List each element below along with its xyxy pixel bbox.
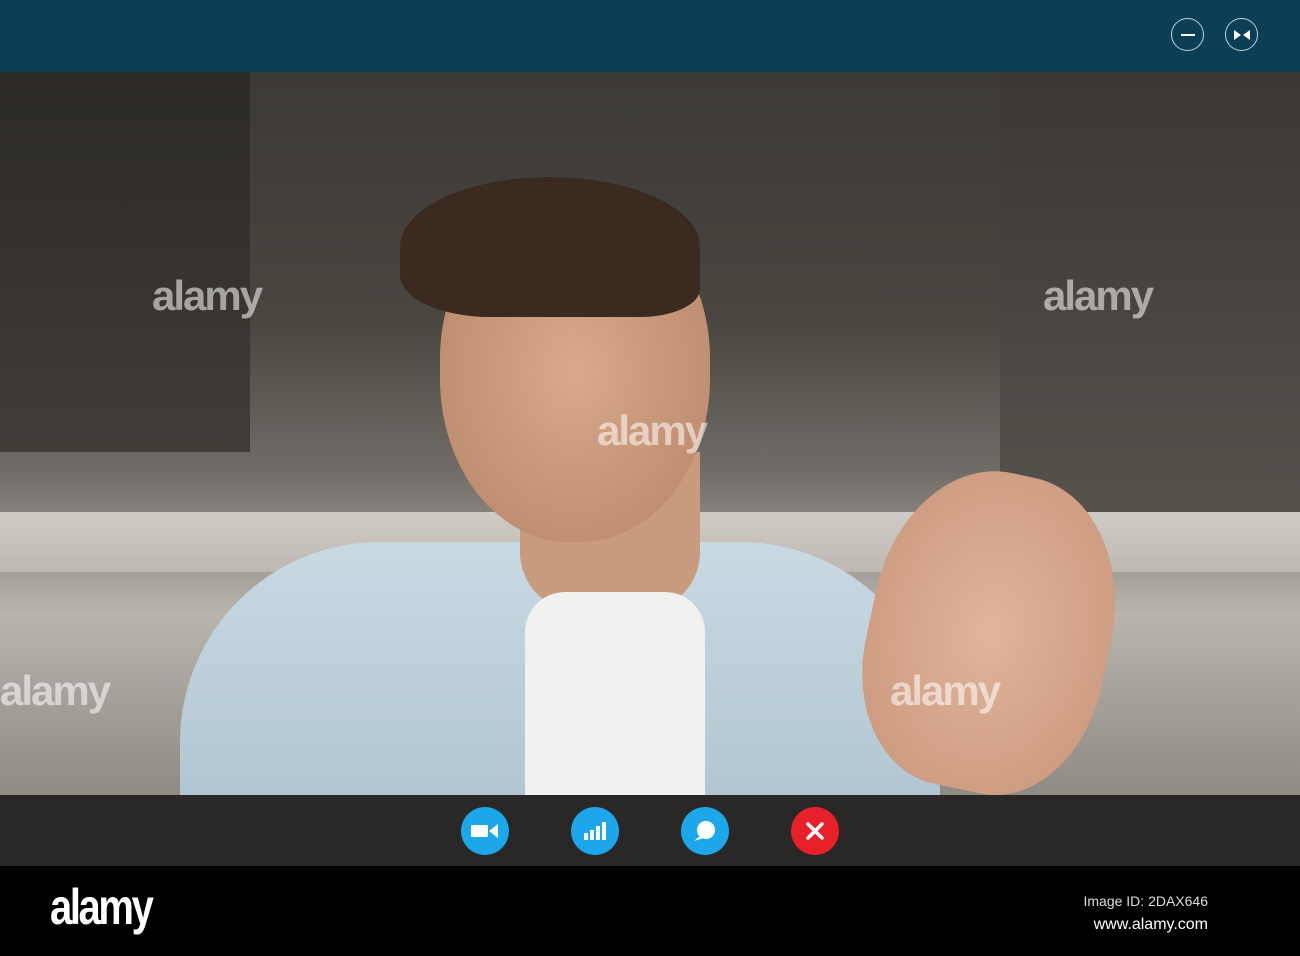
call-controls-bar (0, 795, 1300, 866)
alamy-logo: alamy (50, 879, 154, 935)
signal-button[interactable] (571, 807, 619, 855)
website-link[interactable]: www.alamy.com (1094, 916, 1208, 934)
chat-button[interactable] (681, 807, 729, 855)
background-cabinet (0, 72, 250, 452)
camera-button[interactable] (461, 807, 509, 855)
minimize-icon (1180, 33, 1195, 36)
watermark: alamy (0, 667, 111, 714)
video-camera-icon (471, 824, 498, 838)
end-call-button[interactable] (791, 807, 839, 855)
collapse-arrows-icon (1233, 29, 1250, 40)
watermark: alamy (1043, 272, 1154, 319)
close-x-icon (806, 822, 824, 840)
minimize-button[interactable] (1171, 18, 1204, 51)
person-hair (400, 177, 700, 317)
chat-bubble-icon (694, 821, 715, 841)
image-id: Image ID: 2DAX646 (1083, 893, 1208, 909)
window-title-bar (0, 0, 1300, 72)
signal-bars-icon (584, 822, 606, 840)
collapse-button[interactable] (1225, 18, 1258, 51)
person-tshirt (525, 592, 705, 795)
watermark: alamy (890, 667, 1001, 714)
watermark: alamy (152, 272, 263, 319)
watermark: alamy (597, 407, 708, 454)
video-feed: alamy alamy alamy alamy alamy (0, 72, 1300, 795)
stock-footer (0, 866, 1300, 956)
